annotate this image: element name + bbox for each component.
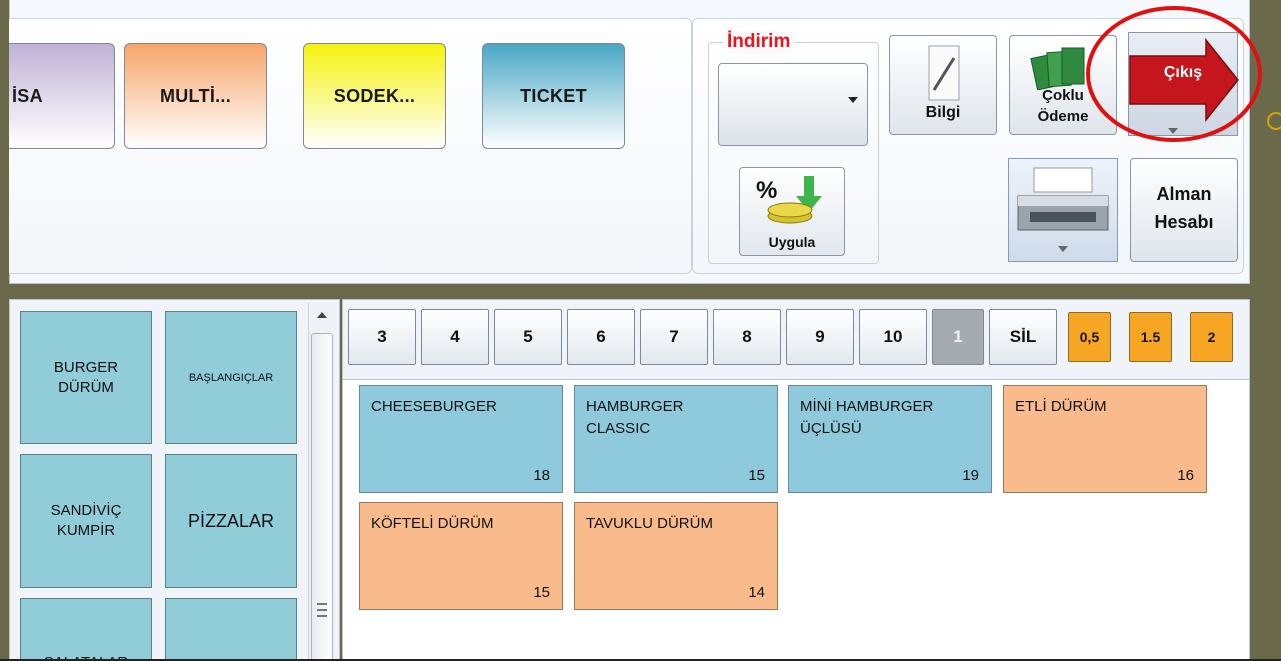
multiplier-2-button[interactable]: 2 — [1190, 312, 1233, 362]
delete-button[interactable]: SİL — [989, 309, 1057, 365]
quantity-3-button[interactable]: 3 — [348, 309, 416, 365]
category-burger-durum[interactable]: BURGER DÜRÜM — [20, 311, 152, 444]
product-name: TAVUKLU DÜRÜM — [586, 515, 713, 532]
product-price: 15 — [748, 467, 765, 484]
product-price: 19 — [962, 467, 979, 484]
multi-button[interactable]: MULTİ... — [124, 43, 267, 149]
quantity-7-button[interactable]: 7 — [640, 309, 708, 365]
quantity-4-button[interactable]: 4 — [421, 309, 489, 365]
percent-coins-icon: % — [756, 176, 822, 224]
chevron-down-icon — [848, 97, 858, 103]
quantity-9-button[interactable]: 9 — [786, 309, 854, 365]
product-name: KÖFTELİ DÜRÜM — [371, 515, 494, 532]
discount-label: İndirim — [723, 31, 795, 53]
multiplier-0-5-button[interactable]: 0,5 — [1068, 312, 1111, 362]
product-name: MİNİ HAMBURGER ÜÇLÜSÜ — [800, 398, 934, 437]
product-name: CHEESEBURGER — [371, 398, 497, 415]
product-tile[interactable]: MİNİ HAMBURGER ÜÇLÜSÜ 19 — [788, 385, 992, 493]
percent-sign: % — [756, 177, 777, 204]
category-tile[interactable] — [165, 598, 297, 661]
chevron-up-icon[interactable] — [317, 312, 327, 318]
note-pencil-icon — [928, 45, 960, 101]
product-tile[interactable]: KÖFTELİ DÜRÜM 15 — [359, 502, 563, 610]
product-tile[interactable]: CHEESEBURGER 18 — [359, 385, 563, 493]
apply-label: Uygula — [768, 234, 816, 250]
product-price: 16 — [1177, 467, 1194, 484]
sodek-button[interactable]: SODEK... — [303, 43, 446, 149]
account-button[interactable] — [1130, 158, 1238, 262]
visa-button[interactable]: İSA — [9, 43, 115, 149]
quantity-8-button[interactable]: 8 — [713, 309, 781, 365]
category-pizzalar[interactable]: PİZZALAR — [165, 454, 297, 588]
product-tile[interactable]: TAVUKLU DÜRÜM 14 — [574, 502, 778, 610]
grip-icon — [317, 603, 327, 617]
chevron-down-icon — [1058, 246, 1068, 252]
info-label: Bilgi — [925, 104, 961, 121]
product-tile[interactable]: ETLİ DÜRÜM 16 — [1003, 385, 1207, 493]
quantity-5-button[interactable]: 5 — [494, 309, 562, 365]
product-price: 15 — [533, 584, 550, 601]
category-sandivic-kumpir[interactable]: SANDİVİÇ KUMPİR — [20, 454, 152, 588]
highlight-circle — [1086, 6, 1281, 142]
product-tile[interactable]: HAMBURGER CLASSIC 15 — [574, 385, 778, 493]
category-baslangiclar[interactable]: BAŞLANGIÇLAR — [165, 311, 297, 444]
account-label-line1: Alman — [1156, 184, 1212, 204]
quantity-1-button[interactable]: 1 — [932, 309, 984, 365]
quantity-6-button[interactable]: 6 — [567, 309, 635, 365]
product-name: HAMBURGER CLASSIC — [586, 398, 684, 437]
account-label-line2: Hesabı — [1154, 212, 1214, 232]
printer-icon — [1017, 167, 1109, 252]
ticket-button[interactable]: TICKET — [482, 43, 625, 149]
category-salatalar[interactable]: SALATALAR — [20, 598, 152, 661]
product-name: ETLİ DÜRÜM — [1015, 398, 1107, 415]
multiplier-1-5-button[interactable]: 1.5 — [1129, 312, 1172, 362]
quantity-10-button[interactable]: 10 — [859, 309, 927, 365]
product-price: 18 — [533, 467, 550, 484]
product-price: 14 — [748, 584, 765, 601]
discount-dropdown[interactable] — [718, 63, 868, 146]
